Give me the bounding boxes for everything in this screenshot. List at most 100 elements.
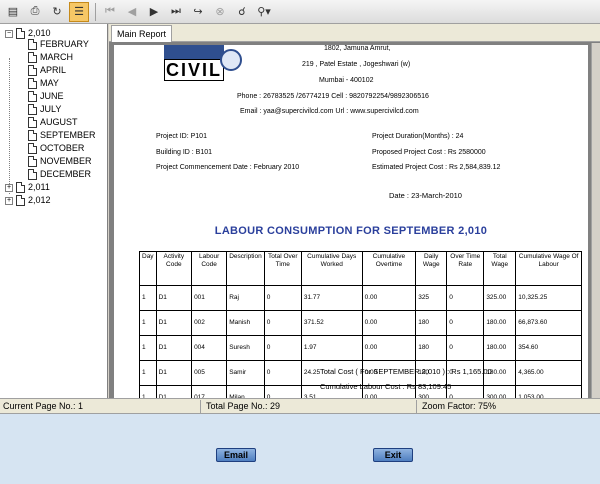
table-row: 1 D1 002 Manish 0 371.52 0.00 180 0 180.00 66,873.… <box>139 310 582 336</box>
table-cell: 1 <box>139 385 157 398</box>
tree-node-month[interactable]: OCTOBER <box>28 142 84 155</box>
report-page: CIVIL 1802, Jamuna Amrut, 219 , Patel Es… <box>114 45 588 398</box>
tree-node-month[interactable]: AUGUST <box>28 116 78 129</box>
goto-page-icon[interactable]: ↪ <box>188 2 208 22</box>
table-row: 1 D1 001 Raj 0 31.77 0.00 325 0 325.00 10,325.25 <box>139 285 582 311</box>
table-cell: 0 <box>263 385 302 398</box>
table-cell: 1 <box>139 310 157 336</box>
tree-node-label: 2,011 <box>28 182 50 192</box>
table-cell: 005 <box>191 360 228 386</box>
column-header: Cumulative Days Worked <box>300 251 363 286</box>
table-cell: 0 <box>446 285 485 311</box>
tree-node-month[interactable]: SEPTEMBER <box>28 129 96 142</box>
table-cell: D1 <box>155 360 193 386</box>
document-icon <box>28 65 37 77</box>
address-line-1: 1802, Jamuna Amrut, <box>324 45 391 52</box>
report-viewer: Main Report CIVIL 1802, Jamuna Amrut, 21… <box>109 24 600 398</box>
current-page-status: Current Page No.: 1 <box>3 401 84 411</box>
tree-node-label: JULY <box>40 104 62 114</box>
tree-node-year-2012[interactable]: +2,012 <box>5 194 51 207</box>
tree-node-month[interactable]: MARCH <box>28 51 73 64</box>
table-cell: 0.00 <box>361 285 417 311</box>
tree-node-month[interactable]: APRIL <box>28 64 66 77</box>
tree-node-month[interactable]: NOVEMBER <box>28 155 92 168</box>
table-cell: D1 <box>155 310 193 336</box>
refresh-icon[interactable]: ↻ <box>47 2 67 22</box>
table-cell: 10,325.25 <box>515 285 582 311</box>
table-cell: 180.00 <box>483 335 517 361</box>
email-button[interactable]: Email <box>216 448 256 462</box>
document-icon <box>16 28 25 40</box>
vertical-scrollbar[interactable] <box>591 43 600 398</box>
prev-page-icon[interactable]: ◀ <box>122 2 142 22</box>
column-header: Over Time Rate <box>446 251 485 286</box>
stop-icon[interactable]: ⊗ <box>210 2 230 22</box>
tree-node-label: MAY <box>40 78 59 88</box>
document-icon <box>28 91 37 103</box>
column-header: Total Wage <box>483 251 517 286</box>
total-cost: Total Cost ( For SEPTEMBER 2,010 ) : Rs … <box>320 367 492 376</box>
column-header: Activity Code <box>155 251 193 286</box>
table-cell: 66,873.60 <box>515 310 582 336</box>
first-page-icon[interactable]: ⏮ <box>100 2 120 22</box>
next-page-icon[interactable]: ▶ <box>144 2 164 22</box>
table-cell: 0 <box>263 360 302 386</box>
export-icon[interactable]: ▤ <box>3 2 23 22</box>
table-cell: Milan <box>226 385 265 398</box>
exit-button[interactable]: Exit <box>373 448 413 462</box>
tree-node-label: FEBRUARY <box>40 39 89 49</box>
address-line-3: Mumbai - 400102 <box>319 77 374 84</box>
report-title: LABOUR CONSUMPTION FOR SEPTEMBER 2,010 <box>214 225 488 237</box>
group-tree-panel: − 2,010 +2,011 +2,012 FEBRUARY MARCH APRIL M… <box>0 24 108 398</box>
table-cell: D1 <box>155 385 193 398</box>
document-icon <box>28 156 37 168</box>
tab-main-report[interactable]: Main Report <box>111 25 173 42</box>
address-line-2: 219 , Patel Estate , Jogeshwari (w) <box>302 61 411 68</box>
table-header-row: Day Activity Code Labour Code Description To… <box>139 251 582 286</box>
table-cell: 180 <box>415 310 448 336</box>
tree-node-month[interactable]: JUNE <box>28 90 64 103</box>
print-icon[interactable]: ⎙ <box>25 2 45 22</box>
tree-node-label: 2,012 <box>28 195 51 205</box>
column-header: Labour Code <box>191 251 228 286</box>
tree-node-label: 2,010 <box>28 28 51 38</box>
tree-node-month[interactable]: FEBRUARY <box>28 38 89 51</box>
search-icon[interactable]: ☌ <box>232 2 252 22</box>
document-icon <box>28 143 37 155</box>
tree-node-label: DECEMBER <box>40 169 92 179</box>
tree-node-label: OCTOBER <box>40 143 85 153</box>
proposed-cost: Proposed Project Cost : Rs 2580000 <box>372 149 486 156</box>
tree-toggle-icon[interactable]: ☰ <box>69 1 89 22</box>
column-header: Total Over Time <box>263 251 302 286</box>
tree-node-year-2011[interactable]: +2,011 <box>5 181 50 194</box>
collapse-icon[interactable]: − <box>5 29 13 38</box>
table-cell: 180.00 <box>483 310 517 336</box>
zoom-icon[interactable]: ⚲▾ <box>254 2 274 22</box>
tree-node-month[interactable]: DECEMBER <box>28 168 91 181</box>
table-cell: Raj <box>226 285 265 311</box>
table-cell: 0 <box>446 335 485 361</box>
project-id: Project ID: P101 <box>156 133 207 140</box>
expand-icon[interactable]: + <box>5 196 13 205</box>
table-cell: 001 <box>191 285 228 311</box>
tree-node-month[interactable]: MAY <box>28 77 59 90</box>
report-toolbar: ▤ ⎙ ↻ ☰ ⏮ ◀ ▶ ⏭ ↪ ⊗ ☌ ⚲▾ <box>0 0 600 24</box>
table-cell: 300.00 <box>483 385 517 398</box>
column-header: Day <box>139 251 157 286</box>
table-cell: 0 <box>263 310 302 336</box>
logo-text: CIVIL <box>164 59 224 81</box>
document-icon <box>28 39 37 51</box>
table-cell: 0 <box>263 285 302 311</box>
tree-node-month[interactable]: JULY <box>28 103 61 116</box>
last-page-icon[interactable]: ⏭ <box>166 2 186 22</box>
table-cell: 1.97 <box>300 335 363 361</box>
tree-node-label: MARCH <box>40 52 73 62</box>
document-icon <box>28 104 37 116</box>
document-icon <box>28 117 37 129</box>
column-header: Daily Wage <box>415 251 448 286</box>
table-cell: 004 <box>191 335 228 361</box>
zoom-status: Zoom Factor: 75% <box>422 401 497 411</box>
table-cell: 354.60 <box>515 335 582 361</box>
expand-icon[interactable]: + <box>5 183 13 192</box>
tree-node-label: APRIL <box>40 65 67 75</box>
